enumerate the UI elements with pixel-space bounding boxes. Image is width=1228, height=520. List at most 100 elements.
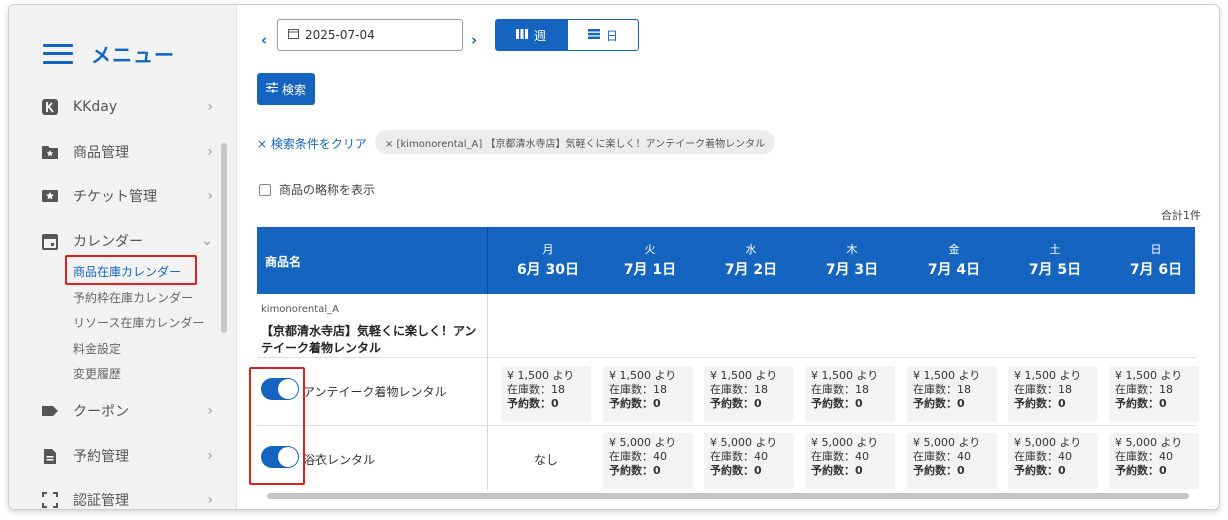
price-text: ¥ 5,000 より <box>609 436 677 449</box>
weekday-label: 火 <box>644 243 656 256</box>
date-label: 7月 5日 <box>1028 262 1082 278</box>
horizontal-scrollbar[interactable] <box>267 493 1189 499</box>
reserved-text: 予約数：0 <box>1115 397 1167 410</box>
week-view-button[interactable]: 週 <box>495 19 567 51</box>
sidebar-item-label: クーポン <box>73 404 129 420</box>
search-label: 検索 <box>281 82 306 97</box>
sidebar-scrollbar[interactable] <box>221 143 227 333</box>
stock-cell[interactable]: ¥ 5,000 より 在庫数：40 予約数：0 <box>704 433 794 489</box>
abbr-toggle[interactable]: 商品の略称を表示 <box>259 181 375 198</box>
chevron-down-icon: ⌄ <box>201 233 213 249</box>
column-header-day: 金 7月 4日 <box>909 241 999 279</box>
stock-text: 在庫数：18 <box>710 383 768 396</box>
abbr-checkbox[interactable] <box>259 183 271 196</box>
filter-sliders-icon <box>265 82 278 96</box>
stock-cell[interactable]: ¥ 1,500 より 在庫数：18 予約数：0 <box>704 366 794 422</box>
sidebar-sub-slot-calendar[interactable]: 予約枠在庫カレンダー <box>73 289 193 306</box>
header-divider <box>487 227 488 294</box>
stock-cell[interactable]: ¥ 1,500 より 在庫数：18 予約数：0 <box>1109 366 1199 422</box>
stock-cell[interactable]: ¥ 5,000 より 在庫数：40 予約数：0 <box>907 433 997 489</box>
sidebar-item-calendar[interactable]: カレンダー ⌄ <box>41 227 213 255</box>
date-label: 6月 30日 <box>516 262 580 278</box>
stock-cell[interactable]: ¥ 5,000 より 在庫数：40 予約数：0 <box>1109 433 1199 489</box>
hamburger-icon[interactable] <box>43 43 73 64</box>
sidebar-item-auth[interactable]: 認証管理 › <box>41 486 213 509</box>
date-picker-input[interactable]: 2025-07-04 <box>277 19 463 51</box>
column-header-day: 木 7月 3日 <box>807 241 897 279</box>
clear-filters-link[interactable]: × 検索条件をクリア <box>257 135 367 152</box>
reserved-text: 予約数：0 <box>507 397 559 410</box>
stock-cell[interactable]: ¥ 1,500 より 在庫数：18 予約数：0 <box>805 366 895 422</box>
search-button[interactable]: 検索 <box>257 73 315 105</box>
price-text: ¥ 5,000 より <box>1115 436 1183 449</box>
chevron-right-icon: › <box>207 403 213 419</box>
column-header-day: 水 7月 2日 <box>706 241 796 279</box>
price-text: ¥ 1,500 より <box>609 369 677 382</box>
row-divider <box>257 357 1195 358</box>
sidebar-item-label: 商品管理 <box>73 145 129 161</box>
weekday-label: 土 <box>1049 243 1061 256</box>
date-value: 2025-07-04 <box>305 28 375 42</box>
total-count: 合計1件 <box>1161 209 1201 222</box>
price-text: ¥ 1,500 より <box>1115 369 1183 382</box>
stock-cell[interactable]: ¥ 5,000 より 在庫数：40 予約数：0 <box>805 433 895 489</box>
stock-text: 在庫数：18 <box>1014 383 1072 396</box>
sidebar-item-kkday[interactable]: KKday › <box>41 93 213 121</box>
reserved-text: 予約数：0 <box>913 464 965 477</box>
stock-cell[interactable]: ¥ 5,000 より 在庫数：40 予約数：0 <box>603 433 693 489</box>
next-arrow-icon[interactable]: › <box>471 31 477 49</box>
sidebar: メニュー KKday › 商品管理 › チケット管理 › カレンダー ⌄ 商品在… <box>9 5 237 509</box>
chevron-right-icon: › <box>207 188 213 204</box>
weekday-label: 月 <box>542 243 554 256</box>
calendar-small-icon <box>288 28 299 42</box>
kkday-logo-icon <box>41 98 59 116</box>
sidebar-sub-pricing[interactable]: 料金設定 <box>73 340 121 357</box>
stock-cell[interactable]: ¥ 1,500 より 在庫数：18 予約数：0 <box>501 366 591 422</box>
stock-cell[interactable]: ¥ 1,500 より 在庫数：18 予約数：0 <box>603 366 693 422</box>
price-text: ¥ 1,500 より <box>710 369 778 382</box>
sidebar-sub-history[interactable]: 変更履歴 <box>73 365 121 382</box>
app-window: メニュー KKday › 商品管理 › チケット管理 › カレンダー ⌄ 商品在… <box>8 4 1220 510</box>
stock-text: 在庫数：40 <box>1115 450 1173 463</box>
product-title: 【京都清水寺店】気軽くに楽しく！アンテイーク着物レンタル <box>261 324 477 355</box>
weekday-label: 日 <box>1150 243 1162 256</box>
chevron-right-icon: › <box>207 492 213 508</box>
price-text: ¥ 1,500 より <box>507 369 575 382</box>
stock-text: 在庫数：40 <box>1014 450 1072 463</box>
day-view-button[interactable]: 日 <box>567 19 639 51</box>
calendar-icon <box>41 232 59 250</box>
date-label: 7月 3日 <box>825 262 879 278</box>
highlight-box <box>249 367 305 485</box>
shop-id: kimonorental_A <box>261 304 339 315</box>
stock-cell[interactable]: ¥ 5,000 より 在庫数：40 予約数：0 <box>1008 433 1098 489</box>
column-header-day: 月 6月 30日 <box>503 241 593 279</box>
stock-cell[interactable]: ¥ 1,500 より 在庫数：18 予約数：0 <box>907 366 997 422</box>
sidebar-item-tickets[interactable]: チケット管理 › <box>41 182 213 210</box>
stock-cell[interactable]: ¥ 1,500 より 在庫数：18 予約数：0 <box>1008 366 1098 422</box>
highlight-box <box>65 255 197 285</box>
price-text: ¥ 5,000 より <box>913 436 981 449</box>
filter-chip[interactable]: × [kimonorental_A] 【京都清水寺店】気軽くに楽しく！アンテイー… <box>375 130 776 154</box>
sidebar-item-label: 認証管理 <box>73 493 129 509</box>
sidebar-sub-resource-calendar[interactable]: リソース在庫カレンダー <box>73 314 204 331</box>
sidebar-item-reservations[interactable]: 予約管理 › <box>41 442 213 470</box>
date-label: 7月 4日 <box>927 262 981 278</box>
chevron-right-icon: › <box>207 99 213 115</box>
weekday-label: 木 <box>846 243 858 256</box>
menu-title: メニュー <box>91 43 175 67</box>
prev-arrow-icon[interactable]: ‹ <box>261 31 267 49</box>
stock-text: 在庫数：40 <box>913 450 971 463</box>
reserved-text: 予約数：0 <box>913 397 965 410</box>
reserved-text: 予約数：0 <box>609 464 661 477</box>
name-column-divider <box>487 294 488 490</box>
menu-header[interactable]: メニュー <box>43 39 175 68</box>
date-label: 7月 6日 <box>1129 262 1183 278</box>
column-header-day: 火 7月 1日 <box>605 241 695 279</box>
sidebar-item-coupon[interactable]: クーポン › <box>41 397 213 425</box>
folder-star-icon <box>41 143 59 161</box>
reserved-text: 予約数：0 <box>1014 464 1066 477</box>
scan-frame-icon <box>41 491 59 509</box>
sidebar-item-products[interactable]: 商品管理 › <box>41 138 213 166</box>
tag-icon <box>41 402 59 420</box>
columns-icon <box>515 28 528 42</box>
